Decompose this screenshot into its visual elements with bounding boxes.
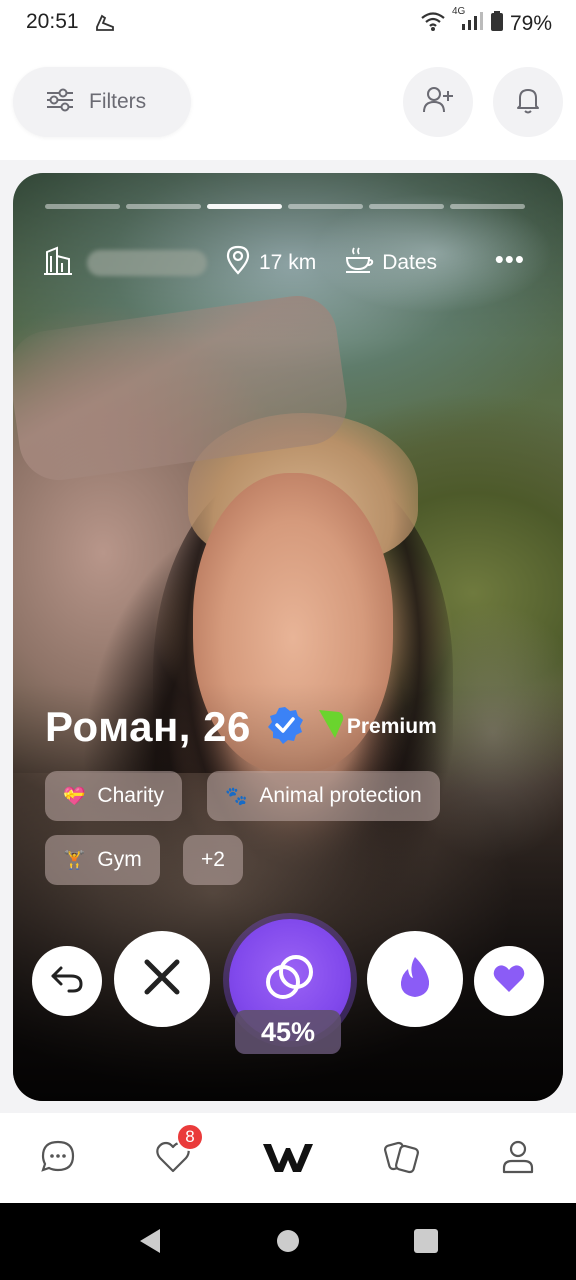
weightlifter-icon: 🏋: [63, 849, 86, 870]
filters-button[interactable]: Filters: [13, 67, 191, 137]
cards-icon: [382, 1139, 422, 1180]
undo-button[interactable]: [32, 946, 102, 1016]
interest-more-tag[interactable]: +2: [183, 835, 243, 885]
battery-percent: 79%: [509, 11, 552, 35]
network-type: 4G: [451, 6, 466, 17]
photo-progress-segment: [126, 204, 201, 209]
profile-info-row: 17 km Dates: [43, 243, 553, 283]
premium-badge: Premium: [317, 708, 437, 746]
interest-tag: 🏋 Gym: [45, 835, 160, 885]
back-icon[interactable]: [137, 1227, 163, 1260]
more-options-icon[interactable]: •••: [495, 246, 525, 272]
rings-icon: [262, 952, 318, 1009]
bell-icon: [515, 85, 541, 120]
distance: 17 km: [225, 245, 316, 281]
location-pin-icon: [225, 245, 251, 281]
nav-cards[interactable]: [378, 1135, 426, 1183]
sliders-icon: [45, 87, 75, 118]
heart-icon: [492, 964, 526, 999]
coffee-cup-icon: [344, 245, 374, 281]
profile-card[interactable]: 17 km Dates ••• Роман, 26 Premium 💝 Char…: [13, 173, 563, 1101]
profile-name: Роман, 26: [45, 703, 251, 750]
photo-progress-segment: [288, 204, 363, 209]
interest-tag: 💝 Charity: [45, 771, 182, 821]
building-icon: [43, 246, 73, 281]
chat-bubble-icon: [40, 1139, 76, 1180]
app-logo-icon: [261, 1140, 315, 1179]
filters-label: Filters: [89, 90, 147, 113]
shoe-icon: [94, 12, 116, 39]
nav-chats[interactable]: [34, 1135, 82, 1183]
status-icons: 4G 79%: [420, 6, 552, 37]
battery-icon: [490, 10, 504, 37]
likes-badge: 8: [176, 1123, 204, 1151]
photo-progress: [45, 204, 525, 209]
work-hidden: [87, 250, 207, 276]
top-bar: Filters: [0, 48, 576, 160]
like-button[interactable]: [474, 946, 544, 1016]
leaf-icon: [317, 708, 345, 746]
photo-progress-segment-active: [207, 204, 282, 209]
flame-icon: [397, 955, 433, 1004]
interest-label: Charity: [97, 784, 164, 807]
verified-badge-icon: [265, 705, 305, 750]
nav-profile[interactable]: [494, 1135, 542, 1183]
bottom-nav: 8: [0, 1113, 576, 1203]
undo-icon: [49, 964, 85, 999]
close-icon: [142, 957, 182, 1002]
add-friend-button[interactable]: [403, 67, 473, 137]
photo-progress-segment: [45, 204, 120, 209]
add-user-icon: [422, 85, 454, 120]
premium-label: Premium: [346, 715, 437, 738]
interest-label: Animal protection: [259, 784, 422, 807]
distance-label: 17 km: [259, 251, 317, 274]
user-icon: [501, 1139, 535, 1180]
interest-label: Gym: [97, 848, 142, 871]
swipe-actions: 45%: [13, 913, 563, 1054]
dating-goal: Dates: [344, 245, 437, 281]
home-icon[interactable]: [276, 1227, 302, 1260]
recents-icon[interactable]: [413, 1227, 439, 1260]
status-time: 20:51: [26, 10, 79, 33]
paw-icon: 🐾: [225, 785, 248, 806]
profile-name-row: Роман, 26 Premium: [45, 703, 437, 751]
wifi-icon: [420, 10, 446, 37]
status-bar: 20:51 4G 79%: [0, 0, 576, 48]
super-like-button[interactable]: [367, 931, 463, 1027]
photo-progress-segment: [450, 204, 525, 209]
heart-gift-icon: 💝: [63, 785, 86, 806]
nav-discover[interactable]: [260, 1135, 316, 1183]
notifications-button[interactable]: [493, 67, 563, 137]
photo-progress-segment: [369, 204, 444, 209]
dating-goal-label: Dates: [382, 251, 438, 274]
interest-more-label: +2: [201, 848, 225, 871]
system-nav-bar: [0, 1203, 576, 1280]
pass-button[interactable]: [114, 931, 210, 1027]
cell-signal-icon: 4G: [452, 6, 484, 37]
interest-tag: 🐾 Animal protection: [207, 771, 440, 821]
compatibility-percent: 45%: [235, 1010, 341, 1054]
